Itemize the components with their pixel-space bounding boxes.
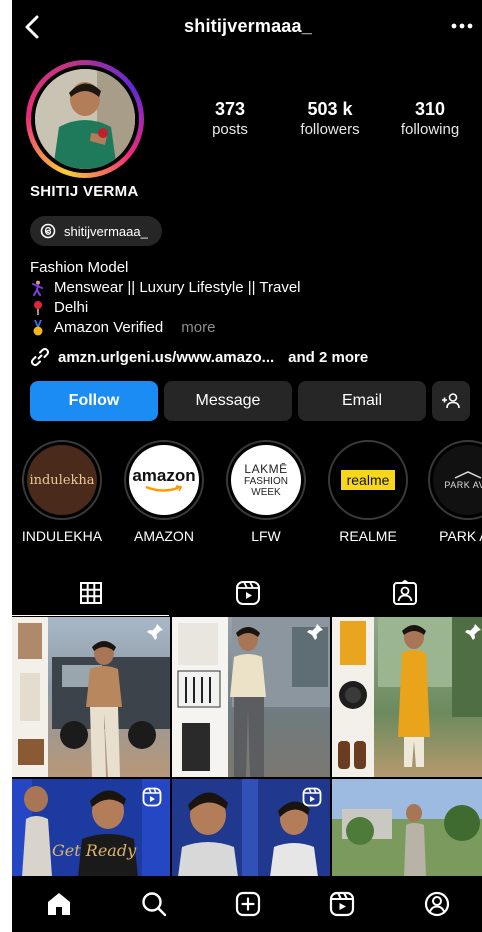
- stat-followers[interactable]: 503 k followers: [280, 98, 380, 140]
- highlight-label: LFW: [251, 528, 281, 544]
- pinned-icon: [307, 624, 323, 640]
- post-thumbnail: [332, 617, 482, 777]
- post-thumbnail: [332, 779, 482, 877]
- reel-badge-icon: [142, 787, 162, 807]
- stat-following-label: following: [400, 121, 460, 138]
- follow-button[interactable]: Follow: [30, 381, 158, 421]
- highlight-label: INDULEKHA: [21, 528, 103, 544]
- stat-posts-value: 373: [214, 99, 246, 119]
- pinned-icon: [147, 624, 163, 640]
- location-pin-icon: [34, 301, 42, 315]
- post-thumbnail: [12, 617, 170, 777]
- grid-post[interactable]: [12, 617, 170, 777]
- profile-username: shitijvermaaa_: [184, 16, 312, 36]
- search-icon[interactable]: [140, 890, 168, 918]
- bio-line: Delhi: [30, 298, 301, 318]
- tab-reels[interactable]: [169, 570, 326, 616]
- amazon-smile-icon: [145, 485, 183, 492]
- bio-location: Delhi: [54, 299, 89, 316]
- highlight-label: REALME: [339, 528, 397, 544]
- bio-line: Amazon Verified more: [30, 318, 301, 338]
- profile-link[interactable]: amzn.urlgeni.us/www.amazo... and 2 more: [30, 347, 368, 367]
- grid-post[interactable]: [332, 617, 482, 777]
- highlight-logo-text: realme: [340, 470, 396, 490]
- grid-icon: [79, 581, 102, 604]
- story-highlights: indulekha INDULEKHA amazon AMAZON LAKMĒ …: [12, 440, 482, 550]
- threads-badge[interactable]: shitijvermaaa_: [30, 216, 162, 246]
- stat-following[interactable]: 310 following: [380, 98, 480, 140]
- link-icon: [30, 347, 50, 367]
- highlight-label: PARK AV: [439, 528, 482, 544]
- post-thumbnail: [172, 617, 330, 777]
- add-person-icon: [442, 393, 460, 409]
- tab-posts-grid[interactable]: [12, 570, 170, 616]
- full-name: SHITIJ VERMA: [30, 183, 139, 200]
- highlight-indulekha[interactable]: indulekha INDULEKHA: [14, 440, 110, 544]
- stat-followers-label: followers: [300, 121, 360, 138]
- profile-stats: 373 posts 503 k followers 310 following: [180, 98, 480, 140]
- bio-line: Fashion Model: [30, 258, 301, 278]
- create-post-icon[interactable]: [234, 890, 262, 918]
- highlight-realme[interactable]: realme REALME: [320, 440, 416, 544]
- story-ring[interactable]: [26, 60, 144, 178]
- message-button[interactable]: Message: [164, 381, 292, 421]
- highlight-amazon[interactable]: amazon AMAZON: [116, 440, 212, 544]
- stat-following-value: 310: [414, 99, 446, 119]
- highlight-logo-text: PARK AVE: [444, 480, 482, 490]
- reels-nav-icon[interactable]: [328, 890, 356, 918]
- profile-screen: shitijvermaaa_ 373 posts 503 k followers…: [12, 0, 482, 932]
- medal-icon: [33, 320, 43, 336]
- highlight-logo-line: WEEK: [251, 486, 281, 498]
- suggested-users-button[interactable]: [432, 381, 470, 421]
- bio-line: Menswear || Luxury Lifestyle || Travel: [30, 278, 301, 298]
- dancing-man-icon: [32, 280, 43, 296]
- grid-post[interactable]: [172, 617, 330, 777]
- content-tabs: [12, 570, 482, 616]
- tagged-person-icon: [393, 580, 418, 605]
- email-button[interactable]: Email: [298, 381, 426, 421]
- bio-more-link[interactable]: more: [181, 318, 215, 338]
- link-more[interactable]: and 2 more: [288, 349, 368, 366]
- highlight-label: AMAZON: [134, 528, 194, 544]
- avatar-photo: [35, 69, 135, 169]
- bio-verified: Amazon Verified: [54, 319, 164, 336]
- grid-post[interactable]: [172, 779, 330, 877]
- reel-badge-icon: [302, 787, 322, 807]
- more-options-icon[interactable]: [450, 16, 474, 36]
- highlight-logo-line: FASHION: [244, 475, 288, 487]
- threads-handle: shitijvermaaa_: [64, 223, 148, 239]
- stat-followers-value: 503 k: [307, 99, 353, 119]
- stat-posts[interactable]: 373 posts: [180, 98, 280, 140]
- posts-grid: Get Ready: [12, 617, 482, 877]
- grid-post[interactable]: [332, 779, 482, 877]
- home-icon[interactable]: [45, 890, 73, 918]
- highlight-park-avenue[interactable]: PARK AVE PARK AV: [420, 440, 482, 544]
- tab-tagged[interactable]: [327, 570, 482, 616]
- reels-icon: [235, 581, 260, 605]
- profile-actions: Follow Message Email: [30, 381, 470, 421]
- link-url[interactable]: amzn.urlgeni.us/www.amazo...: [58, 349, 274, 366]
- pinned-icon: [465, 624, 481, 640]
- post-overlay-text: Get Ready: [52, 841, 137, 860]
- avatar[interactable]: [35, 69, 135, 169]
- highlight-logo-text: indulekha: [29, 472, 95, 488]
- grid-post[interactable]: Get Ready: [12, 779, 170, 877]
- bio: Fashion Model Menswear || Luxury Lifesty…: [30, 258, 301, 338]
- profile-icon[interactable]: [423, 890, 451, 918]
- bottom-navigation: [12, 876, 482, 932]
- bio-category: Fashion Model: [30, 259, 129, 276]
- top-bar: shitijvermaaa_: [12, 0, 482, 56]
- highlight-logo-line: LAKMĒ: [244, 461, 288, 476]
- stat-posts-label: posts: [212, 121, 248, 138]
- bio-tagline: Menswear || Luxury Lifestyle || Travel: [54, 279, 301, 296]
- highlight-logo-text: amazon: [132, 466, 196, 485]
- highlight-lfw[interactable]: LAKMĒ FASHION WEEK LFW: [218, 440, 314, 544]
- threads-icon: [40, 223, 56, 239]
- park-avenue-logo-icon: [454, 471, 482, 479]
